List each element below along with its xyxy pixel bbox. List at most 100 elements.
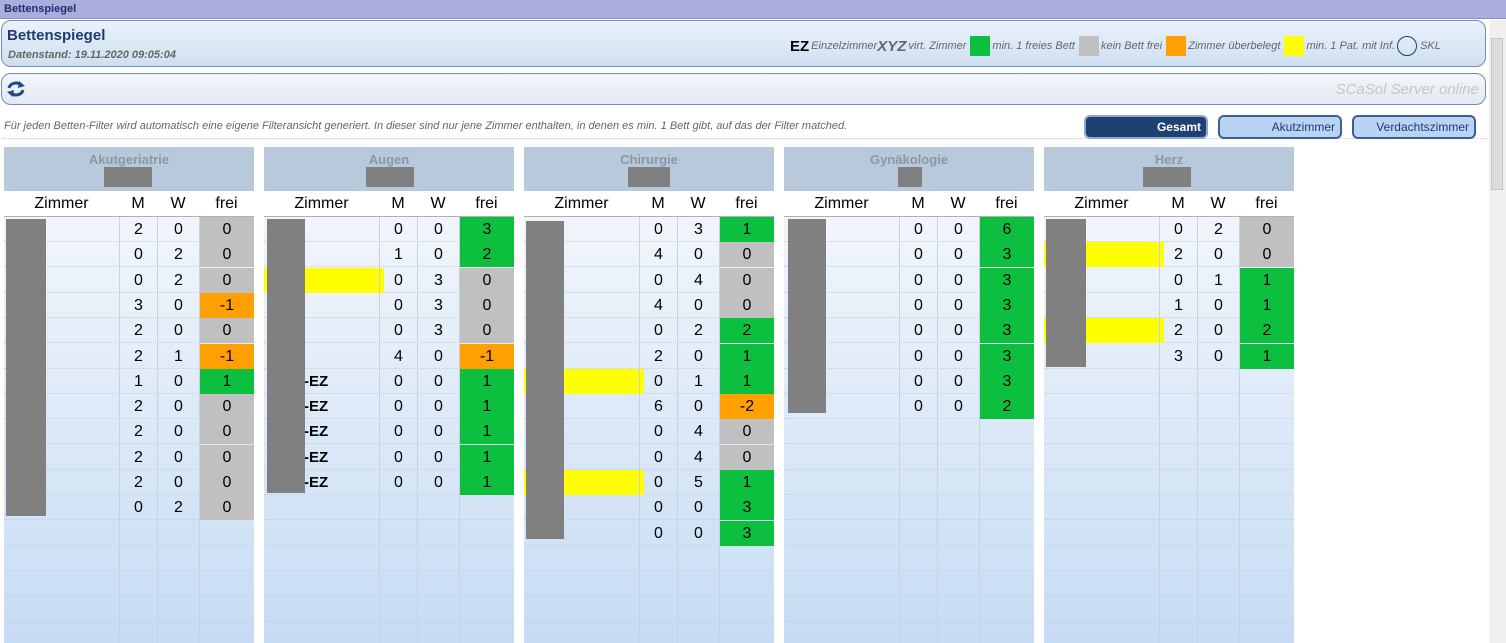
men-count: 0 (899, 343, 937, 369)
legend-gray-label: kein Bett frei (1100, 40, 1163, 52)
filter-akutzimmer-button[interactable]: Akutzimmer (1218, 115, 1342, 139)
room-redacted-bar (267, 219, 305, 493)
scrollbar-thumb[interactable] (1491, 38, 1503, 190)
free-beds: 3 (719, 495, 774, 521)
free-beds: 1 (719, 343, 774, 369)
women-count: 0 (417, 343, 459, 369)
free-beds: 3 (979, 267, 1034, 293)
free-beds: 6 (979, 217, 1034, 242)
empty-row (784, 495, 1034, 521)
empty-row (784, 546, 1034, 571)
free-beds: 3 (719, 520, 774, 546)
ward-panel: Chirurgie Zimmer M Wfrei 0 3 1 4 0 0 0 4 0 4 0 0 0 2 2 2 0 1 0… (524, 147, 774, 643)
empty-row (264, 571, 514, 597)
empty-row (784, 419, 1034, 445)
men-count: 0 (639, 368, 677, 394)
ward-panel: Herz Zimmer M Wfrei 0 2 0 2 0 0 0 1 1 1 0 1 2 0 2 3 0 1 (1044, 147, 1294, 643)
free-beds: 1 (1239, 343, 1294, 369)
room-name: -EZ (304, 398, 329, 416)
free-beds: 0 (199, 267, 254, 293)
men-count: 0 (639, 495, 677, 521)
men-count: 0 (379, 444, 417, 470)
women-count: 4 (677, 444, 719, 470)
men-count: 0 (379, 368, 417, 394)
free-beds: 1 (459, 394, 514, 420)
free-beds: 0 (199, 217, 254, 242)
vertical-scrollbar[interactable] (1489, 20, 1506, 643)
ward-redacted-box (104, 167, 152, 187)
page-title: Bettenspiegel (7, 27, 106, 44)
women-count: 4 (677, 419, 719, 445)
ward-redacted-box (628, 167, 670, 187)
women-count: 3 (677, 217, 719, 242)
ward-name: Herz (1154, 152, 1184, 167)
women-count: 0 (1197, 292, 1239, 318)
column-header-free: frei (1239, 191, 1294, 217)
ward-header: Chirurgie (524, 147, 774, 191)
men-count: 0 (899, 394, 937, 420)
free-beds: 3 (979, 318, 1034, 344)
column-header-free: frei (719, 191, 774, 217)
column-header-w: W (157, 191, 199, 217)
ward-header: Augen (264, 147, 514, 191)
refresh-icon[interactable] (6, 79, 26, 99)
free-beds: 0 (719, 419, 774, 445)
men-count: 1 (119, 368, 157, 394)
men-count: 0 (899, 292, 937, 318)
women-count: 2 (677, 318, 719, 344)
men-count: 2 (119, 394, 157, 420)
men-count: 2 (1159, 242, 1197, 268)
women-count: 0 (937, 292, 979, 318)
free-beds: 0 (199, 495, 254, 521)
women-count: 0 (157, 292, 199, 318)
empty-row (1044, 546, 1294, 571)
women-count: 0 (677, 394, 719, 420)
free-beds: 0 (1239, 242, 1294, 268)
empty-row (1044, 597, 1294, 622)
women-count: 1 (1197, 267, 1239, 293)
room-name: -EZ (304, 474, 329, 491)
free-beds: 1 (459, 470, 514, 495)
women-count: 0 (417, 242, 459, 268)
women-count: 0 (157, 217, 199, 242)
column-header-m: M (1159, 191, 1197, 217)
men-count: 2 (1159, 318, 1197, 344)
empty-row (264, 521, 514, 546)
filter-gesamt-button[interactable]: Gesamt (1084, 115, 1208, 139)
women-count: 0 (937, 217, 979, 242)
column-header-room: Zimmer (264, 191, 379, 217)
column-header-free: frei (199, 191, 254, 217)
free-beds: 0 (459, 318, 514, 344)
free-beds: 3 (979, 242, 1034, 268)
filter-verdachtszimmer-button[interactable]: Verdachtszimmer (1352, 115, 1476, 139)
room-name: -EZ (304, 448, 329, 466)
free-beds: -1 (459, 343, 514, 369)
header-panel: Bettenspiegel Datenstand: 19.11.2020 09:… (1, 20, 1486, 67)
women-count: 1 (677, 368, 719, 394)
toolbar-panel: SCaSol Server online (1, 73, 1486, 105)
men-count: 3 (119, 292, 157, 318)
legend-ez-label: Einzelzimmer (811, 40, 878, 52)
empty-row (524, 597, 774, 622)
women-count: 0 (1197, 318, 1239, 344)
women-count: 3 (417, 267, 459, 293)
women-count: 0 (1197, 242, 1239, 268)
free-beds: 1 (1239, 267, 1294, 293)
ward-redacted-box (898, 167, 922, 187)
women-count: 0 (937, 343, 979, 369)
women-count: 3 (417, 292, 459, 318)
women-count: 0 (157, 368, 199, 394)
empty-row (264, 495, 514, 521)
free-beds: 0 (199, 444, 254, 470)
legend-skl-circle-icon (1397, 36, 1418, 56)
free-beds: 0 (719, 267, 774, 293)
column-header-room: Zimmer (784, 191, 899, 217)
ward-redacted-box (366, 167, 414, 187)
women-count: 0 (417, 394, 459, 420)
legend-xyz-code: XYZ (877, 37, 907, 55)
ward-name: Chirurgie (620, 152, 678, 167)
women-count: 2 (1197, 217, 1239, 242)
legend-xyz-label: virt. Zimmer (908, 40, 967, 52)
empty-row (1044, 394, 1294, 420)
column-header-m: M (119, 191, 157, 217)
